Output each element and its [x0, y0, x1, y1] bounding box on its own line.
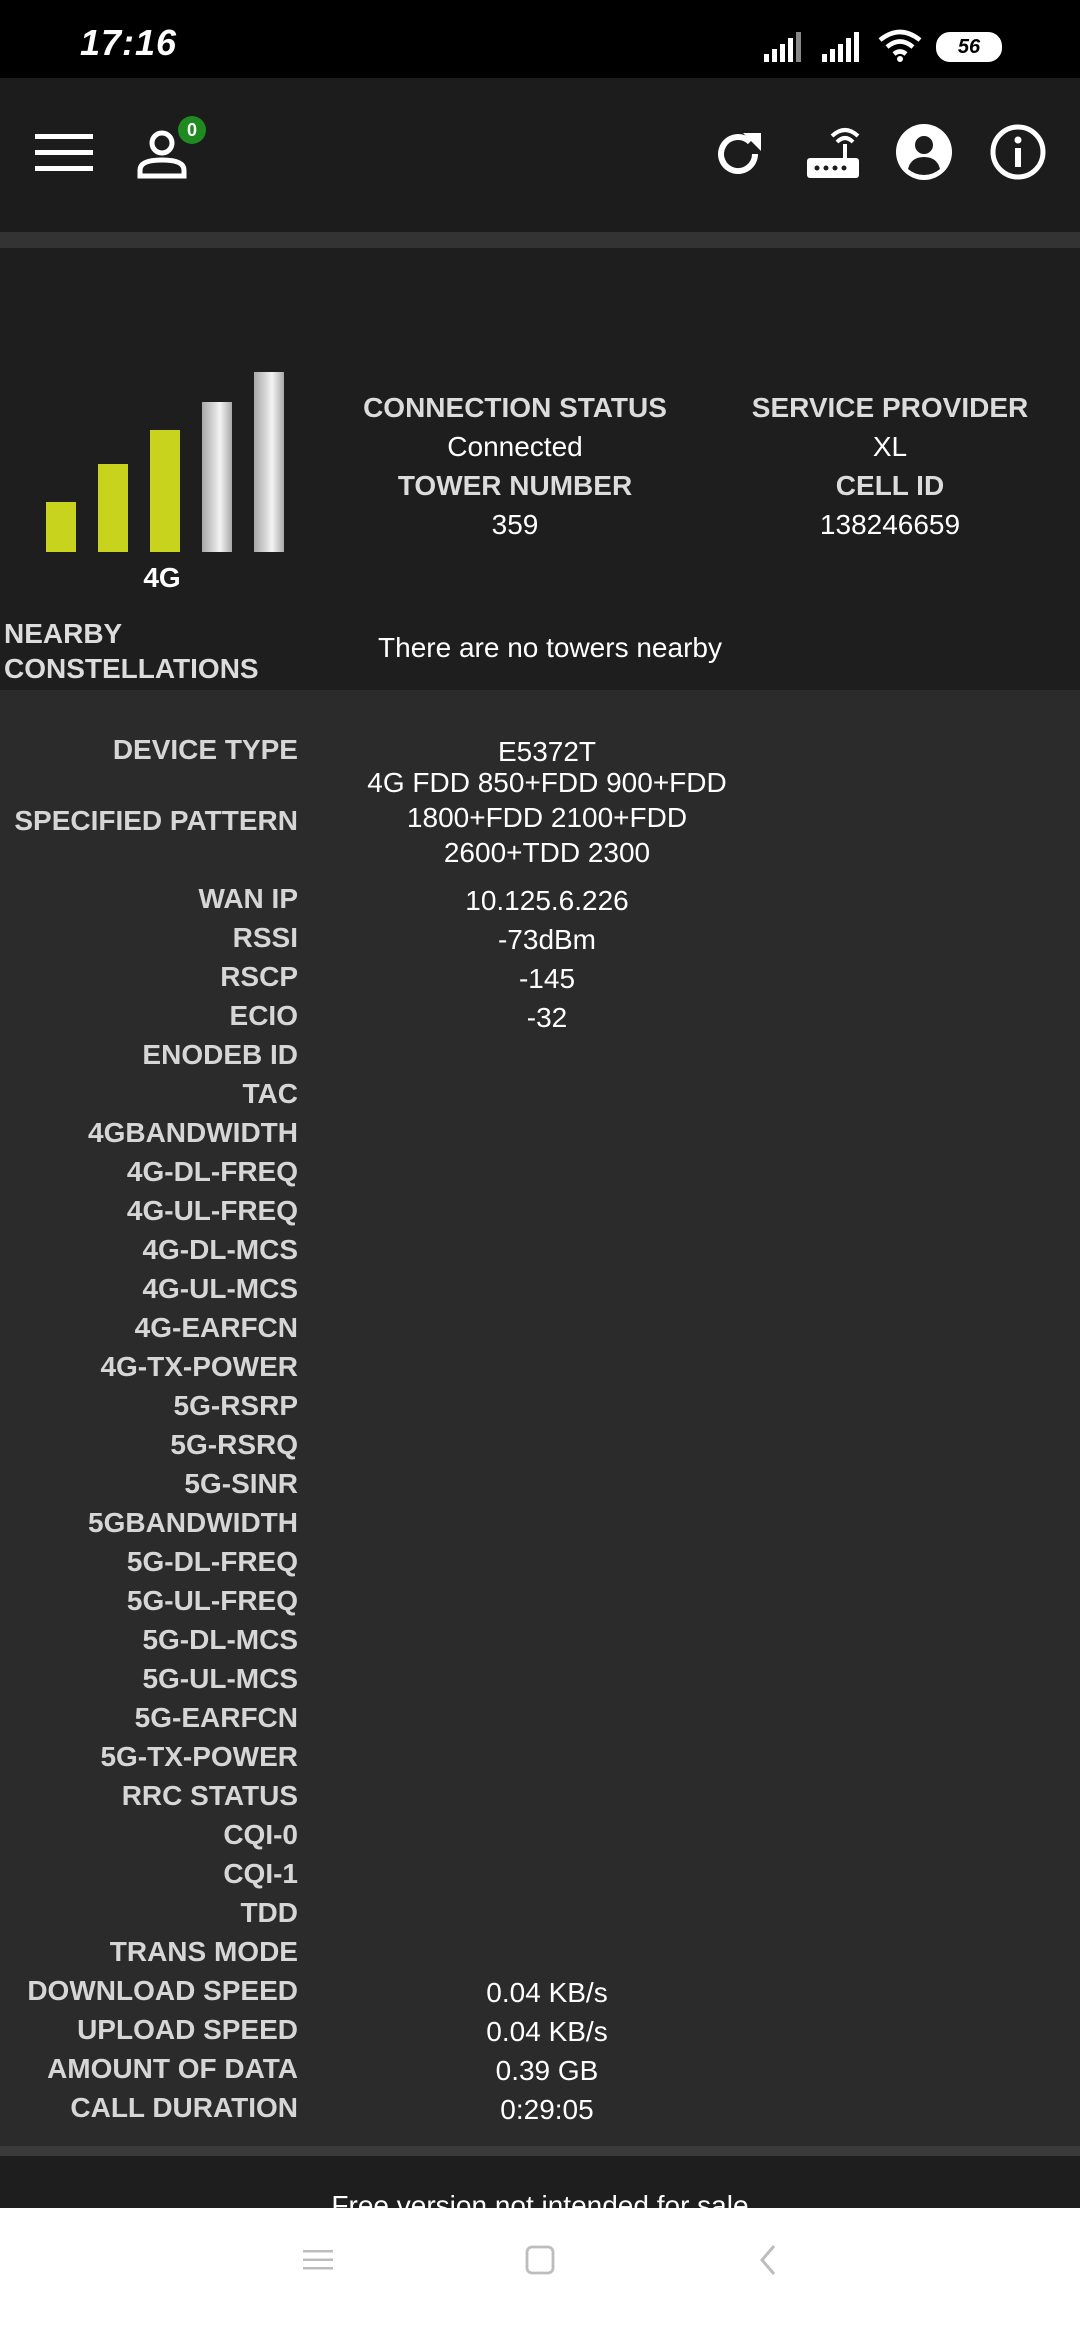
tower-number-value: 359 — [491, 509, 539, 540]
status-icons: 56 — [762, 26, 1002, 62]
cell-id-value: 138246659 — [819, 509, 961, 540]
detail-label: UPLOAD SPEED — [77, 2014, 298, 2045]
service-provider-value: XL — [872, 431, 908, 462]
cell-id-label: CELL ID — [835, 470, 945, 501]
connection-info-left: CONNECTION STATUS Connected TOWER NUMBER… — [330, 388, 700, 544]
connection-status-label: CONNECTION STATUS — [363, 392, 667, 423]
detail-label: 5G-SINR — [184, 1468, 298, 1499]
nearby-label-line: CONSTELLATIONS — [4, 653, 259, 684]
battery-icon: 56 — [936, 32, 1002, 62]
connection-info-right: SERVICE PROVIDER XL CELL ID 138246659 — [730, 388, 1050, 544]
signal-bar — [202, 402, 232, 552]
detail-value: 0.04 KB/s — [486, 1977, 608, 2008]
tower-number-label: TOWER NUMBER — [397, 470, 633, 501]
details-table: DEVICE TYPE E5372T SPECIFIED PATTERN 4G FDD… — [0, 690, 1080, 2146]
router-button[interactable] — [798, 122, 868, 186]
detail-label: RSCP — [220, 961, 298, 992]
detail-label: 5G-RSRP — [173, 1390, 298, 1421]
appbar-divider — [0, 232, 1080, 248]
detail-label: 5G-TX-POWER — [100, 1741, 298, 1772]
detail-label: 5G-UL-FREQ — [126, 1585, 298, 1616]
back-button[interactable] — [740, 2232, 796, 2288]
detail-value: 0.04 KB/s — [486, 2016, 608, 2047]
home-button[interactable] — [512, 2232, 568, 2288]
recents-icon — [303, 2250, 333, 2270]
detail-label: RRC STATUS — [121, 1780, 298, 1811]
detail-label: ENODEB ID — [142, 1039, 298, 1070]
account-icon — [896, 124, 952, 180]
system-nav-bar — [0, 2208, 1080, 2340]
detail-label: CQI-0 — [223, 1819, 298, 1850]
back-icon — [760, 2245, 776, 2275]
network-type-label: 4G — [143, 562, 181, 593]
refresh-button[interactable] — [706, 122, 770, 186]
signal-bar — [46, 502, 76, 552]
status-bar: 17:16 56 — [0, 0, 1080, 78]
detail-label: 5G-RSRQ — [170, 1429, 298, 1460]
detail-label: WAN IP — [198, 883, 298, 914]
detail-label: 5GBANDWIDTH — [88, 1507, 298, 1538]
content-divider — [0, 2146, 1080, 2156]
footer-text: Free version not intended for sale — [331, 2190, 749, 2208]
nearby-constellations-label: NEARBY CONSTELLATIONS — [4, 616, 304, 686]
detail-label: 4G-DL-MCS — [142, 1234, 298, 1265]
signal-bar — [254, 372, 284, 552]
detail-label: 5G-DL-FREQ — [126, 1546, 298, 1577]
detail-value: 10.125.6.226 — [465, 885, 629, 916]
screen: 17:16 56 0 4G CONNECTION STATUS Connecte… — [0, 0, 1080, 2340]
detail-label: 5G-UL-MCS — [142, 1663, 298, 1694]
recents-button[interactable] — [290, 2232, 346, 2288]
detail-label: RSSI — [232, 922, 298, 953]
signal-icon — [764, 32, 801, 62]
account-button[interactable] — [892, 120, 956, 184]
detail-label: 4G-UL-MCS — [142, 1273, 298, 1304]
info-icon — [990, 124, 1046, 180]
detail-value: 4G FDD 850+FDD 900+FDD 1800+FDD 2100+FDD… — [367, 767, 727, 868]
detail-label: AMOUNT OF DATA — [47, 2053, 298, 2084]
info-button[interactable] — [986, 120, 1050, 184]
detail-value: 0.39 GB — [495, 2055, 599, 2086]
signal-icon — [822, 32, 859, 62]
footer: Free version not intended for sale — [0, 2156, 1080, 2208]
nearby-label-line: NEARBY — [4, 618, 123, 649]
detail-label: 4G-UL-FREQ — [126, 1195, 298, 1226]
menu-icon — [35, 134, 93, 171]
detail-label: SPECIFIED PATTERN — [14, 805, 298, 836]
menu-button[interactable] — [32, 120, 96, 184]
detail-value: E5372T — [497, 736, 597, 767]
signal-strength-indicator — [46, 360, 286, 552]
detail-label: DOWNLOAD SPEED — [27, 1975, 298, 2006]
wifi-icon — [878, 29, 922, 62]
signal-bar — [150, 430, 180, 552]
refresh-icon — [718, 133, 761, 175]
detail-label: 4GBANDWIDTH — [88, 1117, 298, 1148]
detail-value: -32 — [526, 1002, 568, 1033]
detail-label: 4G-DL-FREQ — [126, 1156, 298, 1187]
detail-label: 4G-EARFCN — [134, 1312, 298, 1343]
detail-value: 0:29:05 — [500, 2094, 594, 2125]
connection-status-value: Connected — [447, 431, 583, 462]
status-time: 17:16 — [80, 22, 178, 63]
nearby-message: There are no towers nearby — [378, 632, 722, 663]
detail-label: CALL DURATION — [70, 2092, 298, 2123]
router-icon — [807, 128, 860, 178]
detail-label: 5G-EARFCN — [134, 1702, 298, 1733]
detail-label: TDD — [240, 1897, 298, 1928]
detail-label: TAC — [242, 1078, 298, 1109]
detail-label: CQI-1 — [223, 1858, 298, 1889]
detail-label: 4G-TX-POWER — [100, 1351, 298, 1382]
detail-value: -145 — [518, 963, 576, 994]
detail-value: -73dBm — [497, 924, 597, 955]
user-badge: 0 — [178, 116, 206, 144]
service-provider-label: SERVICE PROVIDER — [751, 392, 1029, 423]
detail-label: DEVICE TYPE — [112, 734, 298, 765]
signal-bar — [98, 464, 128, 552]
home-icon — [525, 2245, 555, 2275]
detail-label: 5G-DL-MCS — [142, 1624, 298, 1655]
detail-label: ECIO — [229, 1000, 298, 1031]
detail-label: TRANS MODE — [109, 1936, 298, 1967]
